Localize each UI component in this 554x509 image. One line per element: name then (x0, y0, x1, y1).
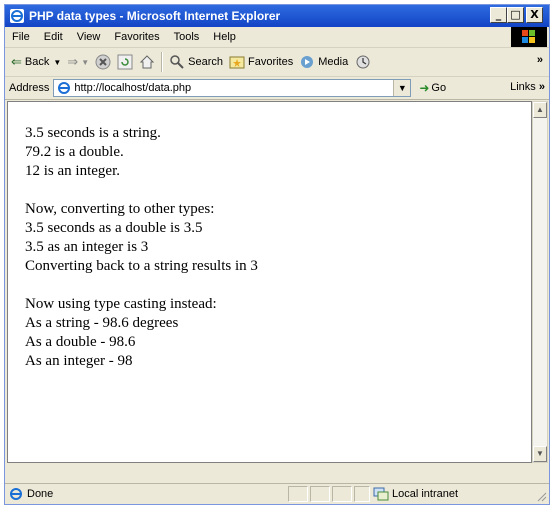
address-bar: Address http://localhost/data.php ▼ ➜ Go… (5, 77, 549, 100)
title-bar[interactable]: PHP data types - Microsoft Internet Expl… (5, 5, 549, 27)
status-panel (288, 486, 308, 502)
favorites-icon (229, 56, 245, 69)
home-icon (139, 55, 155, 69)
output-line: As a string - 98.6 degrees (25, 315, 179, 331)
vertical-scrollbar[interactable]: ▲ ▼ (532, 101, 548, 463)
chevron-down-icon: ▼ (81, 57, 90, 67)
status-bar: Done Local intranet (5, 483, 549, 504)
history-icon (356, 55, 370, 69)
go-arrow-icon: ➜ (419, 81, 430, 95)
page-done-icon (9, 487, 23, 501)
page-icon (57, 81, 71, 95)
scroll-up-button[interactable]: ▲ (533, 102, 547, 118)
go-label: Go (431, 82, 447, 94)
output-line: 79.2 is a double. (25, 144, 124, 160)
stop-button[interactable] (95, 54, 111, 70)
output-line: 3.5 seconds is a string. (25, 125, 161, 141)
forward-arrow-icon: ⇒ (67, 54, 79, 69)
output-group-conversion: Now, converting to other types: 3.5 seco… (25, 200, 531, 276)
favorites-label: Favorites (247, 56, 294, 68)
output-group-casting: Now using type casting instead: As a str… (25, 295, 531, 371)
output-line: As a double - 98.6 (25, 334, 136, 350)
status-panel (354, 486, 370, 502)
address-dropdown-button[interactable]: ▼ (393, 80, 411, 96)
search-icon (170, 55, 184, 69)
status-panel (332, 486, 352, 502)
media-button[interactable]: Media (299, 54, 348, 70)
menu-view[interactable]: View (70, 31, 108, 43)
menu-bar: File Edit View Favorites Tools Help (5, 27, 549, 48)
toolbar-overflow-chevron[interactable]: » (537, 54, 543, 66)
chevron-down-icon: ▼ (53, 57, 62, 67)
history-button[interactable] (354, 54, 372, 70)
windows-logo-icon (511, 27, 547, 47)
output-line: Now, converting to other types: (25, 201, 215, 217)
output-line: 3.5 seconds as a double is 3.5 (25, 220, 203, 236)
output-line: Converting back to a string results in 3 (25, 258, 258, 274)
address-url: http://localhost/data.php (74, 82, 192, 94)
go-button[interactable]: ➜ Go (419, 81, 446, 95)
resize-grip-icon[interactable] (535, 490, 547, 502)
toolbar-separator (161, 52, 164, 72)
zone-label: Local intranet (392, 488, 459, 500)
output-line: 3.5 as an integer is 3 (25, 239, 149, 255)
close-button[interactable]: X (526, 7, 543, 23)
standard-toolbar: ⇐ Back ▼ ⇒ ▼ Search Favorites Media » (5, 48, 549, 77)
menu-favorites[interactable]: Favorites (107, 31, 166, 43)
status-text: Done (27, 488, 54, 500)
security-zone: Local intranet (373, 486, 458, 502)
links-label: Links (510, 81, 536, 93)
search-label: Search (188, 56, 223, 68)
menu-help[interactable]: Help (206, 31, 243, 43)
menu-file[interactable]: File (5, 31, 37, 43)
media-label: Media (318, 56, 349, 68)
status-panel (310, 486, 330, 502)
home-button[interactable] (139, 54, 155, 70)
media-icon (301, 56, 314, 68)
refresh-button[interactable] (117, 54, 133, 70)
scroll-down-button[interactable]: ▼ (533, 446, 547, 462)
address-input[interactable]: http://localhost/data.php ▼ (53, 79, 412, 97)
browser-window: PHP data types - Microsoft Internet Expl… (4, 4, 550, 505)
favorites-button[interactable]: Favorites (229, 54, 293, 70)
maximize-button[interactable]: □ (507, 7, 524, 23)
links-button[interactable]: Links » (510, 81, 545, 93)
menu-tools[interactable]: Tools (167, 31, 207, 43)
output-line: Now using type casting instead: (25, 296, 217, 312)
forward-button[interactable]: ⇒ ▼ (67, 54, 89, 70)
back-button[interactable]: ⇐ Back ▼ (11, 54, 61, 70)
output-group-types: 3.5 seconds is a string. 79.2 is a doubl… (25, 124, 531, 181)
search-button[interactable]: Search (169, 54, 223, 70)
menu-edit[interactable]: Edit (37, 31, 70, 43)
output-line: 12 is an integer. (25, 163, 120, 179)
output-line: As an integer - 98 (25, 353, 133, 369)
back-label: Back (24, 56, 50, 68)
back-arrow-icon: ⇐ (11, 54, 22, 69)
minimize-button[interactable]: _ (490, 7, 507, 23)
links-chevron: » (538, 81, 545, 93)
ie-icon (9, 8, 25, 24)
page-content: 3.5 seconds is a string. 79.2 is a doubl… (7, 101, 532, 463)
stop-icon (95, 54, 111, 70)
address-label: Address (9, 82, 50, 94)
intranet-icon (373, 487, 389, 501)
window-title: PHP data types - Microsoft Internet Expl… (29, 9, 281, 23)
refresh-icon (117, 54, 133, 70)
